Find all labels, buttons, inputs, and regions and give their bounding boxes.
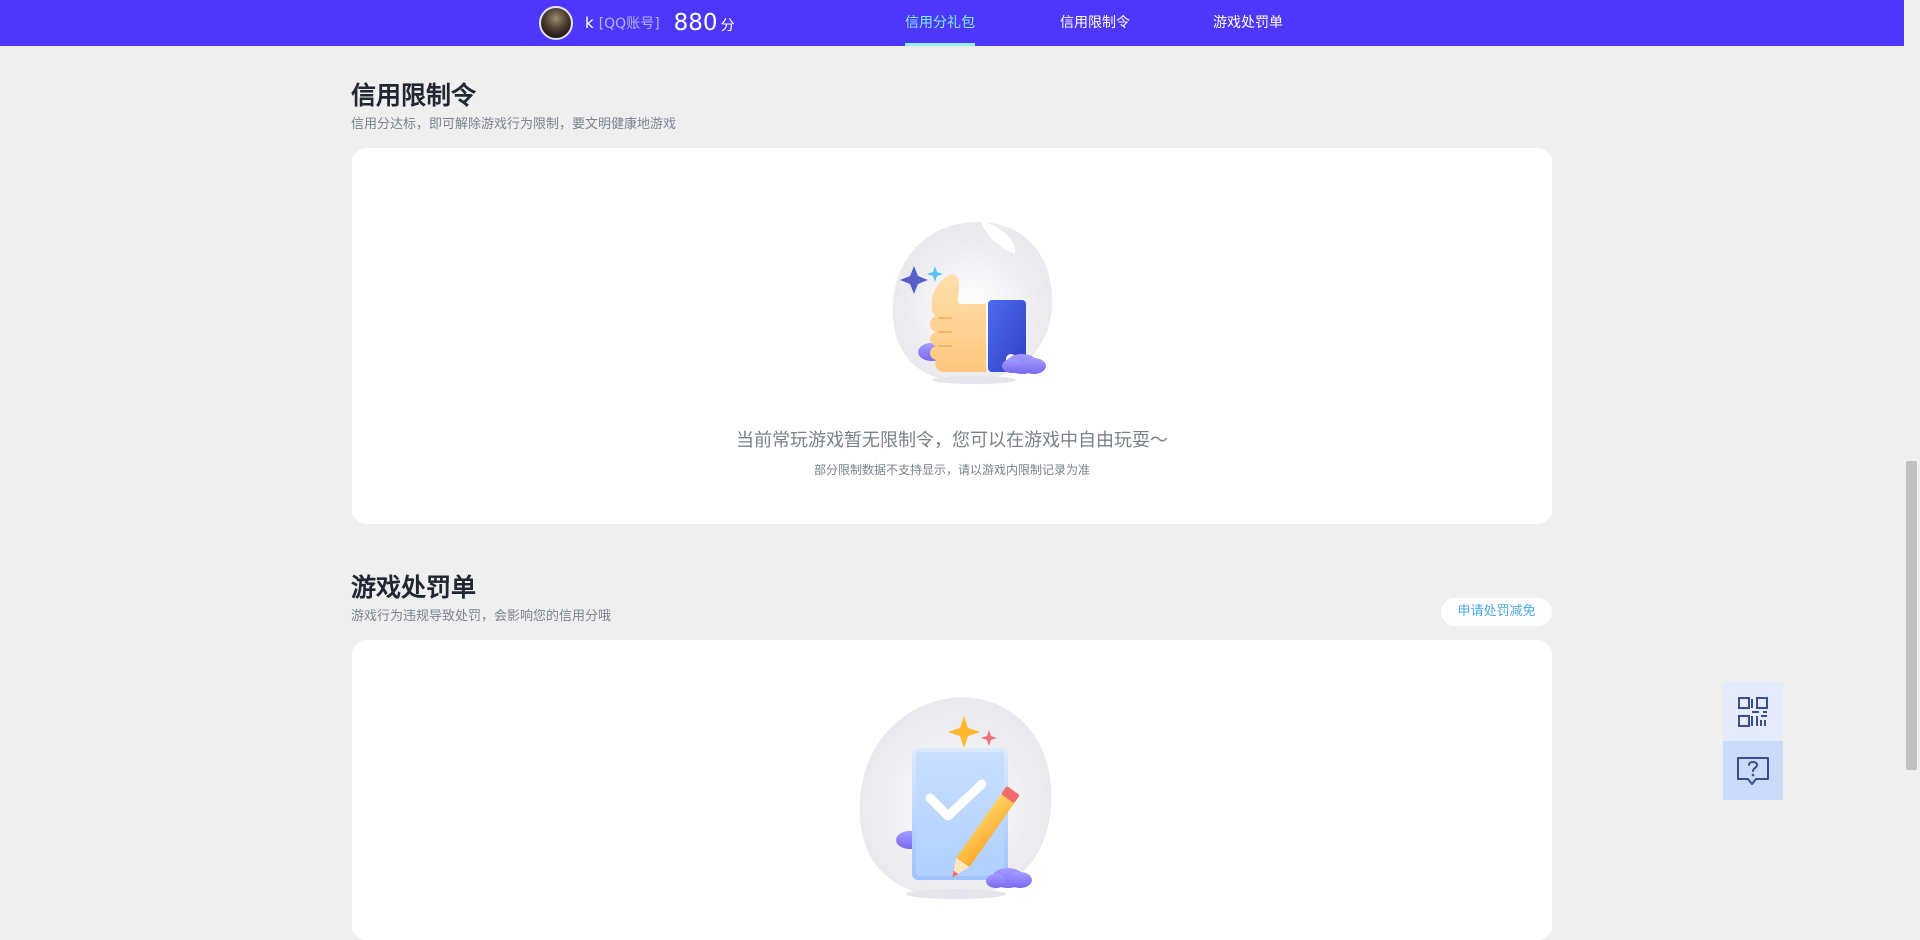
penalty-card bbox=[352, 640, 1552, 940]
account-type: [QQ账号] bbox=[598, 16, 660, 32]
restriction-section-subtitle: 信用分达标，即可解除游戏行为限制，要文明健康地游戏 bbox=[351, 117, 677, 132]
credit-score: 880 bbox=[673, 10, 718, 36]
qr-code-button[interactable] bbox=[1723, 682, 1783, 741]
tab-credit-gift[interactable]: 信用分礼包 bbox=[905, 0, 975, 46]
checklist-illustration bbox=[859, 697, 1052, 899]
penalty-section-subtitle: 游戏行为违规导致处罚，会影响您的信用分哦 bbox=[351, 609, 612, 624]
restriction-section-title: 信用限制令 bbox=[351, 81, 477, 110]
credit-score-unit: 分 bbox=[720, 18, 735, 34]
page-scrollbar-thumb[interactable] bbox=[1906, 461, 1917, 770]
restriction-empty-message: 当前常玩游戏暂无限制令，您可以在游戏中自由玩耍～ bbox=[736, 430, 1168, 451]
username: k bbox=[585, 14, 594, 32]
penalty-section-title: 游戏处罚单 bbox=[351, 573, 477, 602]
thumbs-up-illustration bbox=[892, 220, 1053, 384]
restriction-empty-note: 部分限制数据不支持显示，请以游戏内限制记录为准 bbox=[813, 463, 1090, 477]
user-avatar[interactable] bbox=[539, 6, 573, 40]
qr-code-icon bbox=[1738, 696, 1768, 727]
restriction-card: 当前常玩游戏暂无限制令，您可以在游戏中自由玩耍～ 部分限制数据不支持显示，请以游… bbox=[352, 148, 1552, 524]
top-nav-bar: k [QQ账号] 880 分 信用分礼包 信用限制令 游戏处罚单 bbox=[0, 0, 1904, 46]
apply-penalty-reduction-button[interactable]: 申请处罚减免 bbox=[1441, 598, 1552, 626]
user-info: k [QQ账号] 880 分 bbox=[539, 5, 735, 41]
tab-credit-restriction[interactable]: 信用限制令 bbox=[1060, 0, 1130, 46]
tab-game-penalty[interactable]: 游戏处罚单 bbox=[1213, 0, 1283, 46]
feedback-question-icon bbox=[1737, 756, 1769, 785]
feedback-button[interactable] bbox=[1723, 741, 1783, 800]
